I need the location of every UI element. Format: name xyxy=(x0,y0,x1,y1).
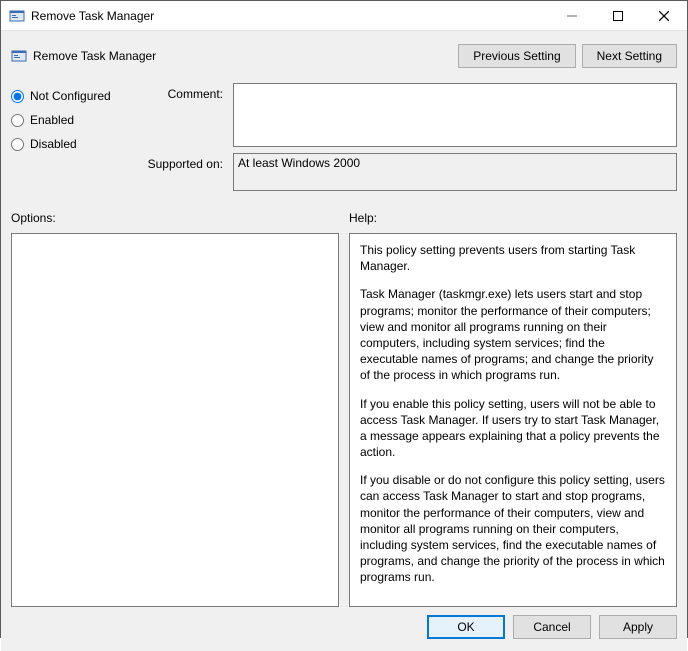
radio-enabled-label: Enabled xyxy=(30,113,74,127)
radio-disabled-input[interactable] xyxy=(11,138,24,151)
close-button[interactable] xyxy=(641,1,687,31)
state-radios: Not Configured Enabled Disabled xyxy=(11,83,131,151)
supported-label: Supported on: xyxy=(137,153,227,171)
radio-enabled[interactable]: Enabled xyxy=(11,113,131,127)
radio-enabled-input[interactable] xyxy=(11,114,24,127)
supported-on-value xyxy=(233,153,677,191)
maximize-button[interactable] xyxy=(595,1,641,31)
help-paragraph: If you disable or do not configure this … xyxy=(360,472,666,585)
radio-not-configured-input[interactable] xyxy=(11,90,24,103)
help-label: Help: xyxy=(349,211,677,225)
help-paragraph: Task Manager (taskmgr.exe) lets users st… xyxy=(360,286,666,383)
comment-label: Comment: xyxy=(137,83,227,101)
policy-title: Remove Task Manager xyxy=(33,49,452,63)
options-label: Options: xyxy=(11,211,339,225)
app-icon xyxy=(9,8,25,24)
radio-not-configured-label: Not Configured xyxy=(30,89,111,103)
panes: This policy setting prevents users from … xyxy=(11,233,677,607)
minimize-button[interactable] xyxy=(549,1,595,31)
options-pane xyxy=(11,233,339,607)
help-paragraph: This policy setting prevents users from … xyxy=(360,242,666,274)
cancel-button[interactable]: Cancel xyxy=(513,615,591,639)
radio-disabled[interactable]: Disabled xyxy=(11,137,131,151)
apply-button[interactable]: Apply xyxy=(599,615,677,639)
footer-buttons: OK Cancel Apply xyxy=(11,611,677,641)
help-pane: This policy setting prevents users from … xyxy=(349,233,677,607)
config-grid: Not Configured Enabled Disabled Comment:… xyxy=(11,83,677,197)
previous-setting-button[interactable]: Previous Setting xyxy=(458,44,575,68)
comment-input[interactable] xyxy=(233,83,677,147)
title-bar: Remove Task Manager xyxy=(1,1,687,31)
pane-labels: Options: Help: xyxy=(11,211,677,225)
ok-button[interactable]: OK xyxy=(427,615,505,639)
next-setting-button[interactable]: Next Setting xyxy=(582,44,677,68)
content-area: Remove Task Manager Previous Setting Nex… xyxy=(1,31,687,651)
header-row: Remove Task Manager Previous Setting Nex… xyxy=(11,39,677,73)
policy-icon xyxy=(11,48,27,64)
window-title: Remove Task Manager xyxy=(31,9,549,23)
radio-disabled-label: Disabled xyxy=(30,137,77,151)
help-paragraph: If you enable this policy setting, users… xyxy=(360,396,666,461)
radio-not-configured[interactable]: Not Configured xyxy=(11,89,131,103)
